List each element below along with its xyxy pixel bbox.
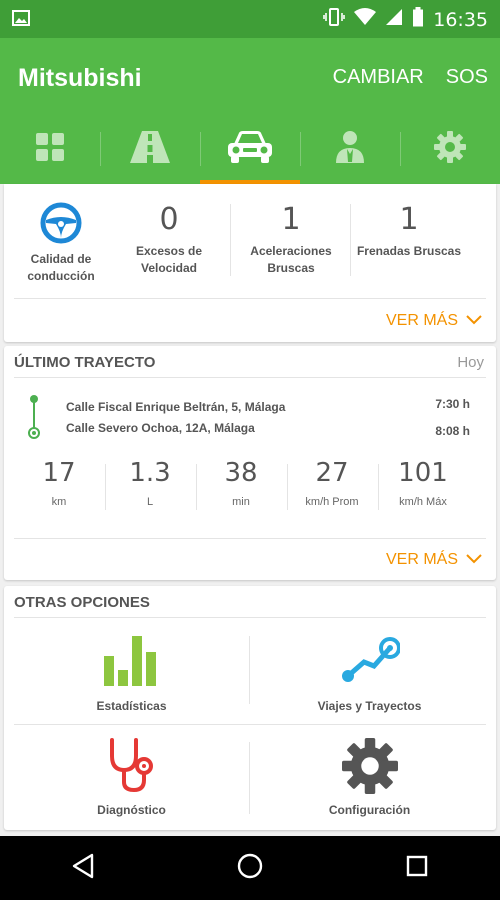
signal-icon — [385, 8, 403, 31]
system-nav-bar — [0, 836, 500, 900]
card-divider — [14, 617, 486, 618]
stat-divider — [350, 204, 351, 276]
card-divider — [14, 377, 486, 378]
trip-max-speed: 101 km/h Máx — [378, 458, 468, 508]
trip-origin: Calle Fiscal Enrique Beltrán, 5, Málaga — [66, 400, 286, 414]
stat-divider — [230, 204, 231, 276]
wifi-icon — [354, 8, 377, 31]
tab-settings[interactable] — [400, 114, 500, 184]
driving-see-more-button[interactable]: VER MÁS — [386, 312, 482, 330]
option-divider — [249, 636, 250, 704]
driving-quality[interactable]: Calidad de conducción — [16, 202, 106, 285]
back-button[interactable] — [33, 836, 133, 900]
tab-dashboard[interactable] — [0, 114, 100, 184]
status-bar: 16:35 — [0, 0, 500, 38]
car-icon — [226, 130, 274, 169]
trip-destination-time: 8:08 h — [435, 424, 470, 438]
acceleration-count: 1 — [281, 202, 301, 237]
speeding-stat: 0 Excesos de Velocidad — [124, 202, 214, 277]
home-button[interactable] — [200, 836, 300, 900]
last-trip-title: ÚLTIMO TRAYECTO — [14, 354, 156, 371]
option-label: Estadísticas — [96, 699, 167, 713]
other-options-title: OTRAS OPCIONES — [14, 594, 150, 611]
tab-bar — [0, 114, 500, 184]
option-statistics[interactable]: Estadísticas — [14, 636, 249, 713]
tab-driver[interactable] — [300, 114, 400, 184]
metric-value: 101 — [398, 458, 448, 488]
option-divider — [249, 742, 250, 814]
gear-icon — [252, 738, 487, 799]
driver-icon — [333, 130, 367, 169]
card-divider — [14, 538, 486, 539]
metric-unit: L — [146, 496, 154, 508]
option-label: Viajes y Trayectos — [317, 699, 422, 713]
speeding-count: 0 — [159, 202, 179, 237]
acceleration-stat: 1 Aceleraciones Bruscas — [242, 202, 340, 277]
braking-stat: 1 Frenadas Bruscas — [354, 202, 464, 260]
trip-see-more-button[interactable]: VER MÁS — [386, 551, 482, 569]
home-circle-icon — [237, 853, 263, 884]
recents-button[interactable] — [367, 836, 467, 900]
option-settings[interactable]: Configuración — [252, 738, 487, 817]
app-title: Mitsubishi — [18, 64, 142, 92]
last-trip-date: Hoy — [457, 354, 484, 371]
metric-unit: km/h Prom — [305, 496, 359, 508]
option-label: Diagnóstico — [97, 803, 166, 817]
trip-distance: 17 km — [14, 458, 104, 508]
trip-duration: 38 min — [196, 458, 286, 508]
see-more-label: VER MÁS — [385, 312, 458, 329]
change-button[interactable]: CAMBIAR — [333, 66, 424, 89]
route-icon — [252, 636, 487, 691]
metric-value: 1.3 — [129, 458, 171, 488]
tab-car[interactable] — [200, 114, 300, 184]
metric-value: 27 — [315, 458, 349, 488]
battery-icon — [412, 7, 424, 32]
card-divider — [14, 724, 486, 725]
card-divider — [14, 298, 486, 299]
metric-unit: min — [232, 496, 250, 508]
option-trips[interactable]: Viajes y Trayectos — [252, 636, 487, 713]
gear-icon — [434, 130, 466, 168]
acceleration-label: Aceleraciones Bruscas — [250, 244, 332, 275]
last-trip-card: ÚLTIMO TRAYECTO Hoy Calle Fiscal Enrique… — [4, 346, 496, 580]
stethoscope-icon — [14, 738, 249, 799]
option-diagnostics[interactable]: Diagnóstico — [14, 738, 249, 817]
metric-unit: km/h Máx — [399, 496, 447, 508]
trip-destination: Calle Severo Ochoa, 12A, Málaga — [66, 421, 255, 435]
app-bar: Mitsubishi CAMBIAR SOS — [0, 38, 500, 184]
metric-value: 38 — [224, 458, 258, 488]
recents-square-icon — [406, 855, 428, 882]
back-triangle-icon — [71, 853, 95, 884]
driving-summary-card: Calidad de conducción 0 Excesos de Veloc… — [4, 184, 496, 342]
chevron-down-icon — [466, 551, 482, 569]
braking-label: Frenadas Bruscas — [356, 244, 462, 258]
road-icon — [130, 130, 170, 168]
dashboard-grid-icon — [35, 132, 65, 167]
route-line-icon — [26, 394, 42, 445]
option-label: Configuración — [328, 803, 411, 817]
bar-chart-icon — [14, 636, 249, 691]
see-more-label: VER MÁS — [385, 551, 458, 568]
steering-wheel-icon — [16, 202, 106, 249]
trip-fuel: 1.3 L — [105, 458, 195, 508]
sos-button[interactable]: SOS — [446, 66, 488, 89]
driving-quality-label: Calidad de conducción — [27, 252, 95, 283]
vibrate-icon — [323, 7, 346, 32]
clock: 16:35 — [433, 8, 488, 31]
trip-avg-speed: 27 km/h Prom — [287, 458, 377, 508]
metric-unit: km — [51, 496, 67, 508]
gallery-notification-icon — [12, 10, 30, 31]
chevron-down-icon — [466, 312, 482, 330]
speeding-label: Excesos de Velocidad — [135, 244, 203, 275]
metric-value: 17 — [42, 458, 76, 488]
braking-count: 1 — [399, 202, 419, 237]
trip-origin-time: 7:30 h — [435, 397, 470, 411]
other-options-card: OTRAS OPCIONES Estadísticas Viajes y Tra… — [4, 586, 496, 830]
tab-road[interactable] — [100, 114, 200, 184]
